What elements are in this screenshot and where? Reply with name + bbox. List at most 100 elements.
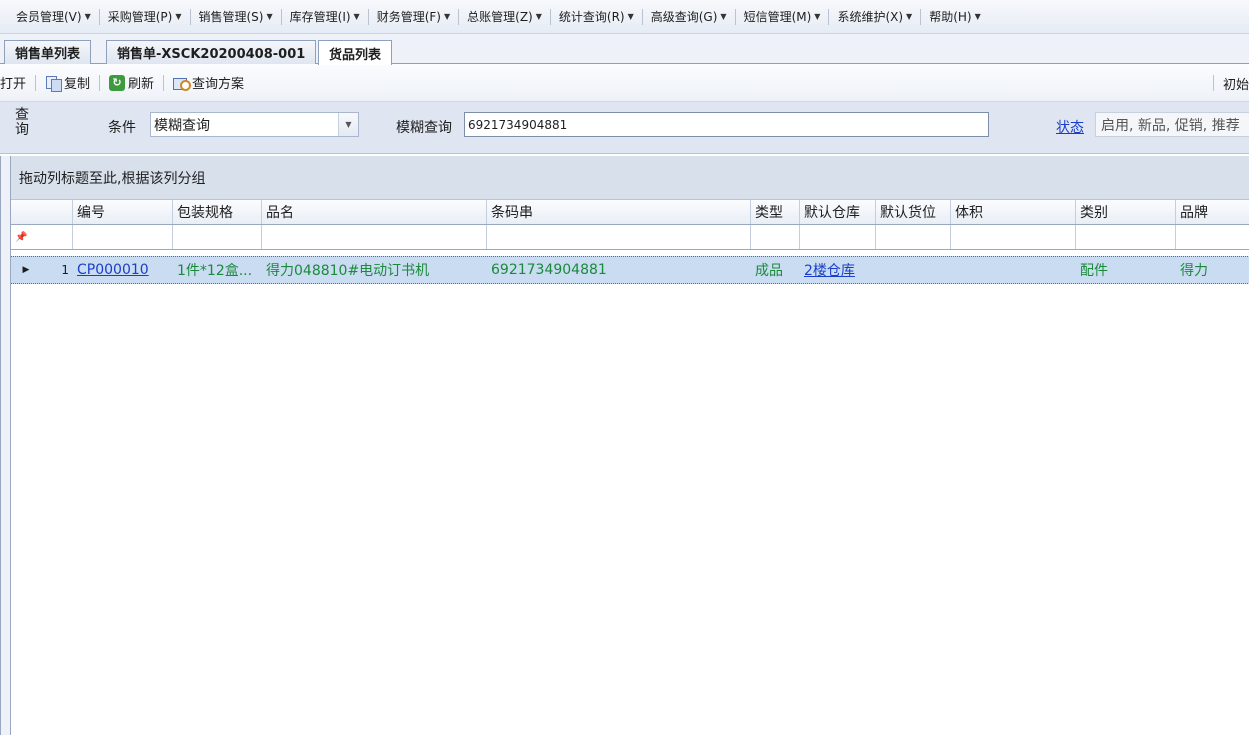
row-indicator-icon: ▶ — [22, 265, 30, 275]
warehouse-link[interactable]: 2楼仓库 — [804, 260, 855, 280]
column-header-package[interactable]: 包装规格 — [173, 200, 262, 224]
column-header-warehouse[interactable]: 默认仓库 — [800, 200, 876, 224]
tab-sales-order-detail[interactable]: 销售单-XSCK20200408-001 — [106, 40, 317, 64]
column-header-location[interactable]: 默认货位 — [876, 200, 951, 224]
toolbar-right: 初始 — [1209, 64, 1249, 102]
menu-bar: 会员管理(V) ▼ 采购管理(P) ▼ 销售管理(S) ▼ 库存管理(I) ▼ 财务管理… — [0, 0, 1249, 34]
cell-package[interactable]: 1件*12盒... — [173, 257, 262, 283]
cell-category[interactable]: 配件 — [1076, 257, 1176, 283]
menu-ledger[interactable]: 总账管理(Z) ▼ — [461, 6, 548, 28]
cell-type[interactable]: 成品 — [751, 257, 800, 283]
chevron-down-icon: ▼ — [814, 12, 821, 21]
grid-header-row: 编号 包装规格 品名 条码串 类型 默认仓库 默认货位 体积 类别 品牌 — [11, 200, 1249, 225]
table-row[interactable]: ▶ 1 CP000010 1件*12盒... 得力048810#电动订书机 69… — [11, 256, 1249, 284]
chevron-down-icon: ▼ — [720, 12, 727, 21]
menu-separator — [458, 8, 460, 25]
menu-separator — [828, 8, 830, 25]
chevron-down-icon: ▼ — [353, 12, 360, 21]
status-link[interactable]: 状态 — [1056, 117, 1084, 137]
chevron-down-icon: ▼ — [84, 12, 91, 21]
column-header-category[interactable]: 类别 — [1076, 200, 1176, 224]
menu-purchase[interactable]: 采购管理(P) ▼ — [102, 6, 188, 28]
menu-separator — [734, 8, 736, 25]
copy-button[interactable]: 复制 — [40, 71, 95, 95]
filter-cell-brand[interactable] — [1176, 225, 1249, 249]
menu-inventory[interactable]: 库存管理(I) ▼ — [284, 6, 366, 28]
menu-sales[interactable]: 销售管理(S) ▼ — [193, 6, 279, 28]
cell-name[interactable]: 得力048810#电动订书机 — [262, 257, 487, 283]
column-header-brand[interactable]: 品牌 — [1176, 200, 1249, 224]
menu-finance[interactable]: 财务管理(F) ▼ — [371, 6, 456, 28]
fuzzy-query-input[interactable] — [464, 112, 989, 137]
document-tabs: 销售单列表 销售单-XSCK20200408-001 货品列表 — [0, 34, 1249, 65]
chevron-down-icon: ▼ — [443, 12, 451, 21]
menu-separator — [549, 8, 551, 25]
cell-barcode[interactable]: 6921734904881 — [487, 257, 751, 283]
condition-select-value: 模糊查询 — [154, 117, 210, 134]
chevron-down-icon: ▼ — [627, 12, 634, 21]
chevron-down-icon: ▼ — [906, 12, 913, 21]
menu-system[interactable]: 系统维护(X) ▼ — [831, 6, 918, 28]
menu-separator — [189, 8, 191, 25]
menu-separator — [641, 8, 643, 25]
search-panel: 查询 条件 模糊查询 ▼ 模糊查询 状态 启用, 新品, 促销, 推荐 — [0, 102, 1249, 154]
copy-icon — [45, 75, 63, 92]
toolbar-separator — [1212, 75, 1214, 91]
tab-sales-order-list[interactable]: 销售单列表 — [4, 40, 92, 64]
menu-help[interactable]: 帮助(H) ▼ — [923, 6, 987, 28]
cell-code[interactable]: CP000010 — [73, 257, 173, 283]
open-button[interactable]: 打开 — [0, 71, 31, 95]
query-plan-button[interactable]: 查询方案 — [168, 71, 249, 95]
menu-separator — [98, 8, 100, 25]
filter-cell-name[interactable] — [262, 225, 487, 249]
grid-filter-row: 📌 — [11, 225, 1249, 250]
column-header-rownum — [11, 200, 73, 224]
toolbar: 打开 复制 ↻ 刷新 查询方案 初始 — [0, 64, 1249, 102]
filter-cell-category[interactable] — [1076, 225, 1176, 249]
tab-goods-list[interactable]: 货品列表 — [318, 40, 393, 65]
refresh-icon: ↻ — [109, 74, 126, 91]
condition-label: 条件 — [108, 120, 136, 136]
initial-button[interactable]: 初始 — [1218, 71, 1249, 95]
cell-brand[interactable]: 得力 — [1176, 257, 1249, 283]
filter-cell-warehouse[interactable] — [800, 225, 876, 249]
filter-cell-barcode[interactable] — [487, 225, 751, 249]
group-by-panel[interactable]: 拖动列标题至此,根据该列分组 — [11, 156, 1249, 200]
toolbar-separator — [35, 74, 37, 91]
column-header-volume[interactable]: 体积 — [951, 200, 1076, 224]
fuzzy-query-label: 模糊查询 — [396, 120, 452, 136]
menu-separator — [920, 8, 922, 25]
menu-separator — [367, 8, 369, 25]
refresh-button[interactable]: ↻ 刷新 — [104, 71, 159, 95]
column-header-code[interactable]: 编号 — [73, 200, 173, 224]
menu-member[interactable]: 会员管理(V) ▼ — [10, 6, 97, 28]
chevron-down-icon: ▼ — [266, 12, 273, 21]
chevron-down-icon: ▼ — [175, 12, 182, 21]
status-field[interactable]: 启用, 新品, 促销, 推荐 — [1095, 112, 1249, 137]
chevron-down-icon: ▼ — [974, 12, 981, 21]
grid-left-border — [1, 156, 11, 735]
filter-pin-icon: 📌 — [11, 225, 73, 249]
cell-volume[interactable] — [951, 257, 1076, 283]
menu-statistics[interactable]: 统计查询(R) ▼ — [553, 6, 640, 28]
column-header-barcode[interactable]: 条码串 — [487, 200, 751, 224]
filter-cell-location[interactable] — [876, 225, 951, 249]
filter-cell-package[interactable] — [173, 225, 262, 249]
column-header-type[interactable]: 类型 — [751, 200, 800, 224]
condition-select[interactable]: 模糊查询 ▼ — [150, 112, 359, 137]
toolbar-separator — [163, 74, 165, 91]
menu-sms[interactable]: 短信管理(M) ▼ — [738, 6, 827, 28]
goods-grid: 拖动列标题至此,根据该列分组 编号 包装规格 品名 条码串 类型 默认仓库 默认… — [0, 156, 1249, 735]
menu-advanced-query[interactable]: 高级查询(G) ▼ — [645, 6, 733, 28]
cell-location[interactable] — [876, 257, 951, 283]
query-plan-icon — [173, 75, 192, 91]
chevron-down-icon[interactable]: ▼ — [338, 113, 358, 136]
filter-cell-volume[interactable] — [951, 225, 1076, 249]
cell-warehouse[interactable]: 2楼仓库 — [800, 257, 876, 283]
code-link[interactable]: CP000010 — [77, 262, 149, 278]
chevron-down-icon: ▼ — [535, 12, 542, 21]
column-header-name[interactable]: 品名 — [262, 200, 487, 224]
row-number: 1 — [61, 263, 69, 277]
filter-cell-type[interactable] — [751, 225, 800, 249]
filter-cell-code[interactable] — [73, 225, 173, 249]
